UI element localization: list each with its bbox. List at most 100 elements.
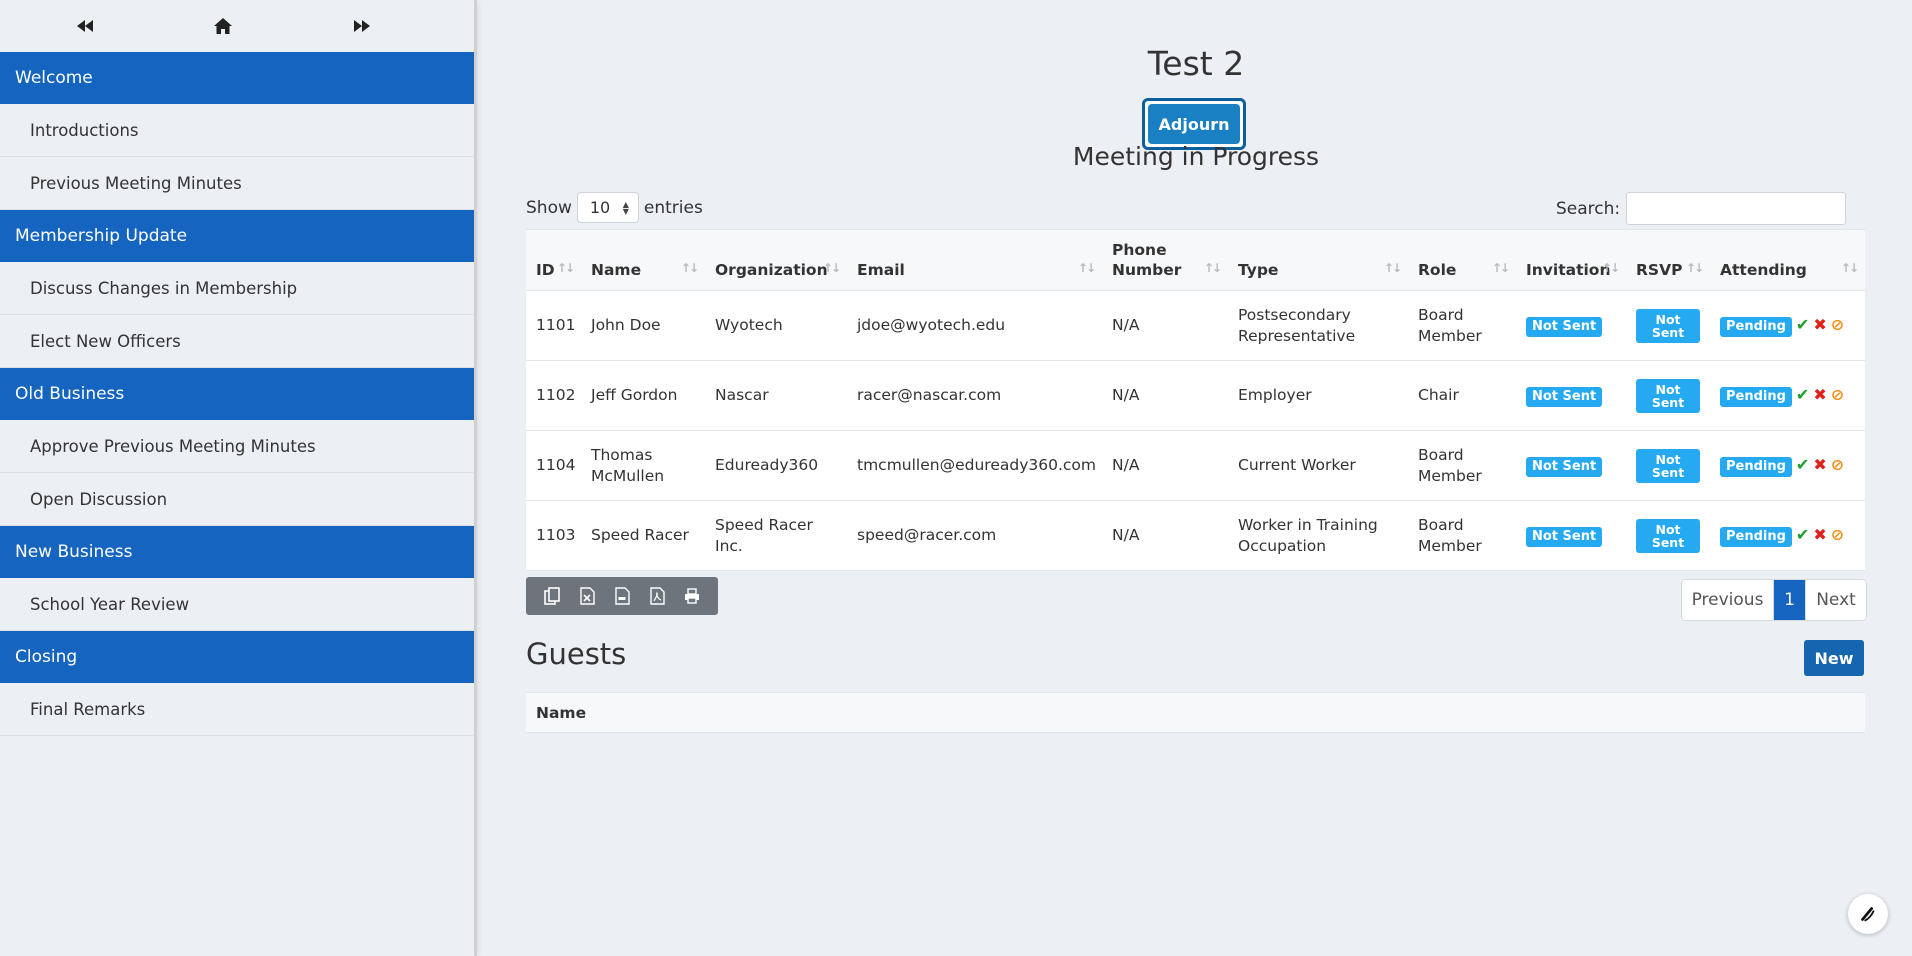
cell-type: Current Worker — [1228, 430, 1408, 501]
sort-icon[interactable]: ↑↓ — [1492, 258, 1510, 278]
column-header-label: Phone Number — [1112, 241, 1182, 279]
column-header-rsvp[interactable]: RSVP ↑↓ — [1626, 229, 1710, 291]
pagination-next[interactable]: Next — [1805, 580, 1866, 620]
ban-icon[interactable]: ⊘ — [1831, 524, 1844, 545]
sort-icon[interactable]: ↑↓ — [1841, 258, 1859, 278]
section-header-new-business[interactable]: New Business — [0, 526, 474, 578]
new-guest-button[interactable]: New — [1804, 640, 1864, 676]
ban-icon[interactable]: ⊘ — [1831, 384, 1844, 405]
ban-icon[interactable]: ⊘ — [1831, 314, 1844, 335]
cell-invitation: Not Sent — [1516, 360, 1626, 431]
forward-icon[interactable] — [350, 14, 374, 38]
cell-invitation: Not Sent — [1516, 290, 1626, 361]
close-icon[interactable]: ✖ — [1813, 454, 1826, 475]
cell-phone: N/A — [1102, 360, 1228, 431]
sidebar-item-introductions[interactable]: Introductions — [0, 104, 474, 157]
sort-icon[interactable]: ↑↓ — [1204, 258, 1222, 278]
guests-column-name: Name — [536, 703, 587, 722]
copy-icon[interactable] — [541, 585, 563, 607]
cell-role: Board Member — [1408, 290, 1516, 361]
sidebar-item-approve-previous-meeting-minutes[interactable]: Approve Previous Meeting Minutes — [0, 420, 474, 473]
pdf-icon[interactable] — [646, 585, 668, 607]
section-header-membership-update[interactable]: Membership Update — [0, 210, 474, 262]
rsvp-badge: Not Sent — [1636, 378, 1700, 413]
entries-select[interactable]: 10 ▲ ▼ — [576, 192, 639, 223]
rsvp-badge: Not Sent — [1636, 448, 1700, 483]
close-icon[interactable]: ✖ — [1813, 314, 1826, 335]
cell-attending: Pending ✔ ✖ ⊘ — [1710, 430, 1865, 501]
cell-role: Board Member — [1408, 500, 1516, 571]
invitation-badge: Not Sent — [1526, 386, 1603, 407]
wand-icon[interactable] — [1848, 894, 1888, 934]
cell-attending: Pending ✔ ✖ ⊘ — [1710, 500, 1865, 571]
column-header-id[interactable]: ID ↑↓ — [526, 229, 581, 291]
cell-attending: Pending ✔ ✖ ⊘ — [1710, 290, 1865, 361]
sidebar-item-elect-new-officers[interactable]: Elect New Officers — [0, 315, 474, 368]
cell-invitation: Not Sent — [1516, 500, 1626, 571]
column-header-label: ID — [536, 261, 555, 279]
table-header-row: ID ↑↓ Name ↑↓ Organization ↑↓ Email ↑↓ Phone Num… — [526, 229, 1865, 291]
column-header-type[interactable]: Type ↑↓ — [1228, 229, 1408, 291]
column-header-attending[interactable]: Attending ↑↓ — [1710, 229, 1865, 291]
close-icon[interactable]: ✖ — [1813, 524, 1826, 545]
sidebar-sections: Welcome Introductions Previous Meeting Min… — [0, 52, 474, 736]
section-header-old-business[interactable]: Old Business — [0, 368, 474, 420]
backward-icon[interactable] — [73, 14, 97, 38]
cell-rsvp: Not Sent — [1626, 360, 1710, 431]
ban-icon[interactable]: ⊘ — [1831, 454, 1844, 475]
sort-icon[interactable]: ↑↓ — [681, 258, 699, 278]
sidebar-item-previous-meeting-minutes[interactable]: Previous Meeting Minutes — [0, 157, 474, 210]
sort-icon[interactable]: ↑↓ — [1078, 258, 1096, 278]
members-table: ID ↑↓ Name ↑↓ Organization ↑↓ Email ↑↓ Phone Num… — [526, 229, 1865, 571]
sidebar-item-school-year-review[interactable]: School Year Review — [0, 578, 474, 631]
check-icon[interactable]: ✔ — [1796, 384, 1809, 405]
cell-type: Postsecondary Representative — [1228, 290, 1408, 361]
pagination-page-1[interactable]: 1 — [1774, 580, 1805, 620]
sort-icon[interactable]: ↑↓ — [557, 258, 575, 278]
sidebar-item-discuss-changes-in-membership[interactable]: Discuss Changes in Membership — [0, 262, 474, 315]
sidebar-item-open-discussion[interactable]: Open Discussion — [0, 473, 474, 526]
cell-phone: N/A — [1102, 430, 1228, 501]
column-header-organization[interactable]: Organization ↑↓ — [705, 229, 847, 291]
pagination: Previous 1 Next — [1681, 579, 1867, 621]
sort-icon[interactable]: ↑↓ — [1384, 258, 1402, 278]
csv-icon[interactable] — [611, 585, 633, 607]
check-icon[interactable]: ✔ — [1796, 524, 1809, 545]
attending-badge: Pending — [1720, 527, 1792, 547]
cell-organization: Speed Racer Inc. — [705, 500, 847, 571]
column-header-phone-number[interactable]: Phone Number ↑↓ — [1102, 229, 1228, 291]
excel-icon[interactable] — [576, 585, 598, 607]
entries-label: entries — [643, 197, 703, 218]
column-header-invitation[interactable]: Invitation ↑↓ — [1516, 229, 1626, 291]
column-header-label: Type — [1238, 261, 1279, 279]
cell-email: tmcmullen@eduready360.com — [847, 430, 1102, 501]
column-header-email[interactable]: Email ↑↓ — [847, 229, 1102, 291]
cell-id: 1102 — [526, 360, 581, 431]
check-icon[interactable]: ✔ — [1796, 314, 1809, 335]
meeting-status: Meeting in Progress — [1072, 142, 1320, 171]
close-icon[interactable]: ✖ — [1813, 384, 1826, 405]
cell-invitation: Not Sent — [1516, 430, 1626, 501]
search-input[interactable] — [1626, 192, 1847, 225]
table-row: 1101 John Doe Wyotech jdoe@wyotech.edu N/A Po… — [526, 290, 1865, 361]
pagination-previous[interactable]: Previous — [1682, 580, 1774, 620]
section-header-closing[interactable]: Closing — [0, 631, 474, 683]
column-header-label: Attending — [1720, 261, 1807, 279]
cell-organization: Wyotech — [705, 290, 847, 361]
column-header-name[interactable]: Name ↑↓ — [581, 229, 705, 291]
sort-icon[interactable]: ↑↓ — [823, 258, 841, 278]
sidebar-item-final-remarks[interactable]: Final Remarks — [0, 683, 474, 736]
guests-title: Guests — [526, 637, 627, 671]
invitation-badge: Not Sent — [1526, 456, 1603, 477]
invitation-badge: Not Sent — [1526, 526, 1603, 547]
table-row: 1103 Speed Racer Speed Racer Inc. speed@rac… — [526, 500, 1865, 571]
attending-badge: Pending — [1720, 457, 1792, 477]
section-header-welcome[interactable]: Welcome — [0, 52, 474, 104]
check-icon[interactable]: ✔ — [1796, 454, 1809, 475]
print-icon[interactable] — [681, 585, 703, 607]
adjourn-button[interactable]: Adjourn — [1148, 104, 1240, 144]
sort-icon[interactable]: ↑↓ — [1602, 258, 1620, 278]
column-header-role[interactable]: Role ↑↓ — [1408, 229, 1516, 291]
sort-icon[interactable]: ↑↓ — [1686, 258, 1704, 278]
home-icon[interactable] — [211, 14, 235, 38]
